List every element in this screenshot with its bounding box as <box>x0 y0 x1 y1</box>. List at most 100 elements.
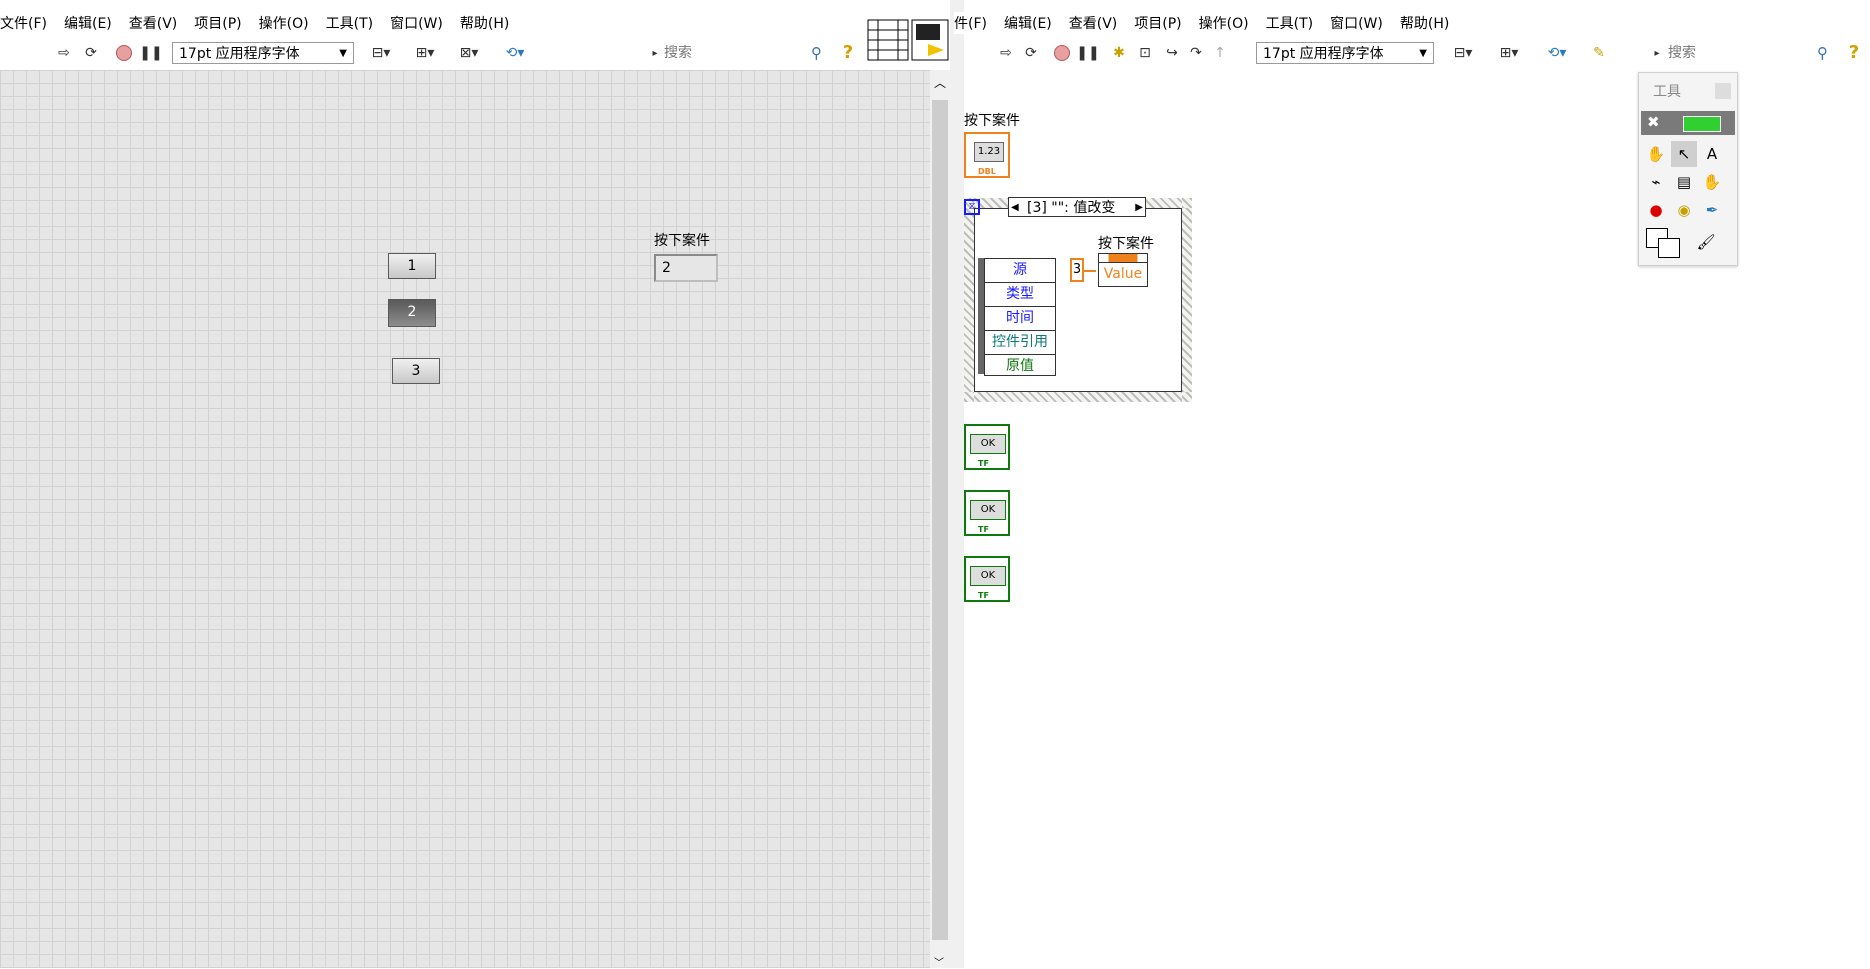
align-objects-icon[interactable]: ⊟▾ <box>366 42 396 64</box>
reorder-icon[interactable]: ⟲▾ <box>500 42 530 64</box>
pause-icon[interactable]: ❚❚ <box>1076 42 1099 64</box>
block-diagram-menubar: 件(F) 编辑(E) 查看(V) 项目(P) 操作(O) 工具(T) 窗口(W)… <box>954 12 1467 34</box>
menu-file[interactable]: 件(F) <box>954 13 987 33</box>
palette-title: 工具 <box>1653 84 1681 100</box>
run-continuously-icon[interactable]: ⟳ <box>1020 42 1042 64</box>
event-field-source[interactable]: 源 <box>985 259 1055 283</box>
menu-project[interactable]: 项目(P) <box>1134 13 1181 33</box>
run-arrow-icon[interactable]: ⇨ <box>995 42 1017 64</box>
search-icon: ⚲ <box>1817 44 1828 62</box>
connector-pane-icon <box>867 19 949 61</box>
retain-wire-values-icon[interactable]: ⊡ <box>1134 42 1156 64</box>
wiring-tool-icon[interactable]: ⌁ <box>1643 169 1669 195</box>
font-select[interactable]: 17pt 应用程序字体 ▼ <box>1256 42 1434 64</box>
boolean-terminal[interactable]: OK TF <box>964 490 1010 536</box>
menu-view[interactable]: 查看(V) <box>129 13 178 33</box>
event-field-time[interactable]: 时间 <box>985 307 1055 331</box>
highlight-execution-icon[interactable]: ✱ <box>1108 42 1130 64</box>
search-input[interactable]: 搜索 ⚲ <box>1668 42 1830 64</box>
menu-help[interactable]: 帮助(H) <box>1400 13 1449 33</box>
menu-tools[interactable]: 工具(T) <box>326 13 373 33</box>
chevron-down-icon: ▼ <box>1419 48 1427 59</box>
menu-help[interactable]: 帮助(H) <box>460 13 509 33</box>
property-node[interactable]: Value <box>1098 253 1148 287</box>
front-panel-menubar: 文件(F) 编辑(E) 查看(V) 项目(P) 操作(O) 工具(T) 窗口(W… <box>0 12 527 34</box>
step-into-icon[interactable]: ↪ <box>1161 42 1183 64</box>
color-swatch-icon[interactable] <box>1643 225 1683 261</box>
tools-palette[interactable]: 工具 ✖ ✋ ↖ A ⌁ ▤ ✋ ● ◉ ✒ 🖌 <box>1638 72 1738 266</box>
auto-tool-indicator <box>1683 116 1721 132</box>
menu-project[interactable]: 项目(P) <box>194 13 241 33</box>
front-panel-toolbar: ⇨ ⟳ ❚❚ 17pt 应用程序字体 ▼ ⊟▾ ⊞▾ ⊠▾ ⟲▾ ▸ 搜索 ⚲ ? <box>0 38 866 68</box>
window-divider <box>950 0 964 968</box>
pause-icon[interactable]: ❚❚ <box>139 42 162 64</box>
numeric-indicator-terminal[interactable]: 1.23 DBL <box>964 132 1010 178</box>
run-continuously-icon[interactable]: ⟳ <box>80 42 102 64</box>
coloring-tool-icon[interactable]: 🖌 <box>1693 229 1719 255</box>
font-select[interactable]: 17pt 应用程序字体 ▼ <box>172 42 354 64</box>
toolbar-expand-icon[interactable]: ▸ <box>1652 42 1662 64</box>
chevron-down-icon: ▼ <box>339 48 347 59</box>
probe-tool-icon[interactable]: ◉ <box>1671 197 1697 223</box>
button-3[interactable]: 3 <box>392 358 440 384</box>
scroll-tool-icon[interactable]: ✋ <box>1699 169 1725 195</box>
property-value[interactable]: Value <box>1099 263 1147 285</box>
breakpoint-tool-icon[interactable]: ● <box>1643 197 1669 223</box>
menu-operate[interactable]: 操作(O) <box>1199 13 1249 33</box>
front-panel-scrollbar[interactable]: ︿ ﹀ <box>930 70 950 969</box>
search-icon: ⚲ <box>811 44 822 62</box>
auto-tool-bar[interactable]: ✖ <box>1641 111 1735 135</box>
scroll-thumb[interactable] <box>932 100 948 940</box>
event-timeout-icon: ⧖ <box>964 199 980 215</box>
menu-tools[interactable]: 工具(T) <box>1266 13 1313 33</box>
wire <box>1084 270 1096 272</box>
event-field-oldval[interactable]: 原值 <box>985 355 1055 378</box>
menu-window[interactable]: 窗口(W) <box>390 13 443 33</box>
position-tool-icon[interactable]: ↖ <box>1671 141 1697 167</box>
text-tool-icon[interactable]: A <box>1699 141 1725 167</box>
chevron-right-icon[interactable]: ▶ <box>1135 198 1143 218</box>
block-diagram-toolbar-real: ⇨ ⟳ ❚❚ ✱ ⊡ ↪ ↷ ↑ 17pt 应用程序字体 ▼ ⊟▾ ⊞▾ ⟲▾ ✎… <box>964 38 1870 68</box>
menu-file[interactable]: 文件(F) <box>0 13 47 33</box>
connector-pane <box>866 18 950 64</box>
search-input[interactable]: 搜索 ⚲ <box>664 42 824 64</box>
resize-objects-icon[interactable]: ⊠▾ <box>454 42 484 64</box>
numeric-constant[interactable]: 3 <box>1070 258 1084 282</box>
abort-icon[interactable] <box>1051 42 1073 64</box>
run-arrow-icon[interactable]: ⇨ <box>53 42 75 64</box>
shortcut-menu-tool-icon[interactable]: ▤ <box>1671 169 1697 195</box>
case-selector[interactable]: ◀ [3] "": 值改变 ▶ <box>1008 197 1146 217</box>
menu-operate[interactable]: 操作(O) <box>259 13 309 33</box>
menu-window[interactable]: 窗口(W) <box>1330 13 1383 33</box>
scroll-down-icon[interactable]: ﹀ <box>934 954 944 969</box>
step-out-icon[interactable]: ↑ <box>1209 42 1231 64</box>
help-icon[interactable]: ? <box>1844 42 1864 64</box>
numeric-indicator: 2 <box>654 254 718 282</box>
button-2[interactable]: 2 <box>388 299 436 327</box>
event-data-node[interactable]: 源 类型 时间 控件引用 原值 <box>984 258 1056 376</box>
toolbar-expand-icon[interactable]: ▸ <box>650 42 660 64</box>
step-over-icon[interactable]: ↷ <box>1185 42 1207 64</box>
color-copy-tool-icon[interactable]: ✒ <box>1699 197 1725 223</box>
button-1[interactable]: 1 <box>388 253 436 279</box>
align-objects-icon[interactable]: ⊟▾ <box>1448 42 1478 64</box>
boolean-terminal[interactable]: OK TF <box>964 556 1010 602</box>
boolean-terminal[interactable]: OK TF <box>964 424 1010 470</box>
menu-edit[interactable]: 编辑(E) <box>64 13 112 33</box>
scroll-up-icon[interactable]: ︿ <box>934 74 946 91</box>
reorder-icon[interactable]: ⟲▾ <box>1542 42 1572 64</box>
distribute-objects-icon[interactable]: ⊞▾ <box>1494 42 1524 64</box>
indicator-label: 按下案件 <box>654 233 710 249</box>
chevron-left-icon[interactable]: ◀ <box>1011 198 1019 218</box>
close-icon[interactable] <box>1715 83 1731 99</box>
abort-icon[interactable] <box>113 42 135 64</box>
operate-tool-icon[interactable]: ✋ <box>1643 141 1669 167</box>
menu-view[interactable]: 查看(V) <box>1069 13 1118 33</box>
cleanup-diagram-icon[interactable]: ✎ <box>1584 42 1614 64</box>
terminal-label: 按下案件 <box>964 113 1020 129</box>
distribute-objects-icon[interactable]: ⊞▾ <box>410 42 440 64</box>
event-field-ctlref[interactable]: 控件引用 <box>985 331 1055 355</box>
help-icon[interactable]: ? <box>838 42 858 64</box>
menu-edit[interactable]: 编辑(E) <box>1004 13 1052 33</box>
event-field-type[interactable]: 类型 <box>985 283 1055 307</box>
